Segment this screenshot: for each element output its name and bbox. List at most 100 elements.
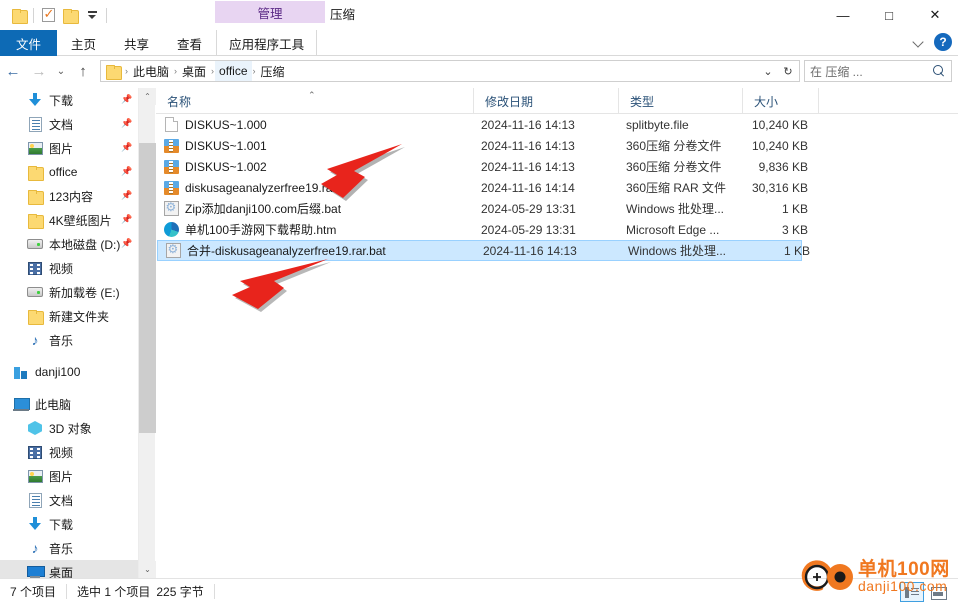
title-bar: 管理 压缩 — □ ✕ xyxy=(0,0,958,30)
sidebar-item-123内容[interactable]: 123内容 📌 xyxy=(0,184,138,208)
large-icons-view-icon[interactable] xyxy=(926,582,950,602)
table-row[interactable]: DISKUS~1.001 2024-11-16 14:13 360压缩 分卷文件 10… xyxy=(156,135,816,156)
navigation-list: 下载 📌 文档 📌 图片 📌 office 📌 123内容 📌 4K壁纸图片 📌 本地磁盘 (D:) 📌 视… xyxy=(0,88,138,578)
sidebar-item-label: 下载 xyxy=(49,93,74,108)
help-icon[interactable]: ? xyxy=(934,33,952,51)
sort-ascending-icon: ⌃ xyxy=(308,90,316,100)
folder-icon[interactable] xyxy=(59,4,81,26)
contextual-tab-header[interactable]: 管理 xyxy=(215,1,325,23)
sidebar-item-图片[interactable]: 图片 📌 xyxy=(0,136,138,160)
sidebar-item-3D-对象[interactable]: 3D 对象 xyxy=(0,416,138,440)
chevron-down-icon[interactable] xyxy=(81,4,103,26)
status-selection-size: 225 字节 xyxy=(156,584,204,599)
sidebar-item-本地磁盘-(D:)[interactable]: 本地磁盘 (D:) 📌 xyxy=(0,232,138,256)
status-divider xyxy=(213,583,215,599)
file-name-cell: DISKUS~1.001 xyxy=(163,138,267,154)
sidebar-item-桌面[interactable]: 桌面 xyxy=(0,560,138,578)
up-button[interactable]: ↑ xyxy=(70,58,96,84)
back-button[interactable]: ← xyxy=(0,58,26,84)
column-header-date[interactable]: 修改日期 xyxy=(473,88,618,114)
bat-file-icon xyxy=(163,200,179,217)
documents-icon xyxy=(26,115,44,133)
breadcrumb-item-compressed[interactable]: 压缩 xyxy=(257,61,289,81)
quick-access-toolbar xyxy=(8,3,110,27)
check-icon[interactable] xyxy=(37,4,59,26)
sidebar-item-此电脑[interactable]: 此电脑 xyxy=(0,392,138,416)
breadcrumb-item-this-pc[interactable]: 此电脑 xyxy=(129,61,173,81)
sidebar-item-danji100[interactable]: danji100 xyxy=(0,360,138,384)
sidebar-item-下载[interactable]: 下载 xyxy=(0,512,138,536)
breadcrumb[interactable]: › 此电脑 › 桌面 › office › 压缩 ⌄ ↻ xyxy=(100,60,800,82)
table-row[interactable]: Zip添加danji100.com后缀.bat2024-05-29 13:31W… xyxy=(156,198,816,219)
blank-file-icon xyxy=(163,117,179,133)
navigation-pane[interactable]: 下载 📌 文档 📌 图片 📌 office 📌 123内容 📌 4K壁纸图片 📌 本地磁盘 (D:) 📌 视… xyxy=(0,88,138,578)
recent-locations-button[interactable]: ⌄ xyxy=(52,58,70,84)
tab-application-tools[interactable]: 应用程序工具 xyxy=(216,30,318,56)
table-row[interactable]: DISKUS~1.000 2024-11-16 14:13 splitbyte.fi… xyxy=(156,114,816,135)
tab-share[interactable]: 共享 xyxy=(110,30,163,56)
address-bar: ← → ⌄ ↑ › 此电脑 › 桌面 › office › 压缩 ⌄ ↻ 在 压… xyxy=(0,57,958,85)
refresh-icon[interactable]: ↻ xyxy=(778,61,798,81)
address-dropdown-icon[interactable]: ⌄ xyxy=(758,61,778,81)
tab-view[interactable]: 查看 xyxy=(163,30,216,56)
scroll-up-icon[interactable]: ⌃ xyxy=(139,88,156,105)
file-name-label: diskusageanalyzerfree19.rar xyxy=(185,180,337,195)
navigation-scrollbar[interactable]: ⌃ ⌄ xyxy=(138,88,156,578)
file-size-cell: 30,316 KB xyxy=(751,180,808,195)
archive-icon xyxy=(163,159,179,175)
sidebar-item-label: 桌面 xyxy=(49,565,74,579)
sidebar-item-label: 视频 xyxy=(49,445,74,460)
pin-icon[interactable]: 📌 xyxy=(121,237,132,250)
table-row[interactable]: DISKUS~1.002 2024-11-16 14:13 360压缩 分卷文件 9,… xyxy=(156,156,816,177)
status-bar: 7 个项目 选中 1 个项目 225 字节 xyxy=(0,578,958,603)
sidebar-item-新建文件夹[interactable]: 新建文件夹 xyxy=(0,304,138,328)
column-header-type[interactable]: 类型 xyxy=(618,88,742,114)
column-header-type-label: 类型 xyxy=(630,94,655,109)
view-toggle-buttons xyxy=(900,582,950,602)
sidebar-item-下载[interactable]: 下载 📌 xyxy=(0,88,138,112)
sidebar-item-视频[interactable]: 视频 xyxy=(0,256,138,280)
minimize-button[interactable]: — xyxy=(820,0,866,30)
file-size-cell: 10,240 KB xyxy=(751,117,808,132)
sidebar-item-图片[interactable]: 图片 xyxy=(0,464,138,488)
maximize-button[interactable]: □ xyxy=(866,0,912,30)
pin-icon[interactable]: 📌 xyxy=(121,93,132,106)
column-header-size[interactable]: 大小 xyxy=(742,88,818,114)
file-name-label: DISKUS~1.001 xyxy=(185,138,267,153)
breadcrumb-item-desktop[interactable]: 桌面 xyxy=(178,61,210,81)
sidebar-item-音乐[interactable]: ♪ 音乐 xyxy=(0,328,138,352)
sidebar-item-视频[interactable]: 视频 xyxy=(0,440,138,464)
tab-home[interactable]: 主页 xyxy=(57,30,110,56)
pin-icon[interactable]: 📌 xyxy=(121,213,132,226)
scroll-down-icon[interactable]: ⌄ xyxy=(139,561,156,578)
sidebar-item-label: 图片 xyxy=(49,141,74,156)
documents-icon xyxy=(26,491,44,509)
scrollbar-thumb[interactable] xyxy=(139,143,156,433)
table-row[interactable]: 合并-diskusageanalyzerfree19.rar.bat 2024-1… xyxy=(157,240,810,261)
column-header-name[interactable]: 名称 ⌃ xyxy=(156,88,473,114)
folder-icon[interactable] xyxy=(8,4,30,26)
table-row[interactable]: 单机100手游网下载帮助.htm 2024-05-29 13:31 Microsof… xyxy=(156,219,816,240)
file-rows: DISKUS~1.000 2024-11-16 14:13 splitbyte.fi… xyxy=(156,114,958,261)
close-button[interactable]: ✕ xyxy=(912,0,958,30)
sidebar-item-音乐[interactable]: ♪ 音乐 xyxy=(0,536,138,560)
search-input[interactable]: 在 压缩 ... xyxy=(804,60,952,82)
sidebar-item-文档[interactable]: 文档 xyxy=(0,488,138,512)
tab-file[interactable]: 文件 xyxy=(0,30,58,56)
sidebar-item-文档[interactable]: 文档 📌 xyxy=(0,112,138,136)
column-header-end xyxy=(818,88,830,114)
pin-icon[interactable]: 📌 xyxy=(121,189,132,202)
archive-icon xyxy=(163,180,179,196)
details-view-icon[interactable] xyxy=(900,582,924,602)
sidebar-item-新加载卷-(E:)[interactable]: 新加载卷 (E:) xyxy=(0,280,138,304)
table-row[interactable]: diskusageanalyzerfree19.rar 2024-11-16 14… xyxy=(156,177,816,198)
pin-icon[interactable]: 📌 xyxy=(121,117,132,130)
forward-button[interactable]: → xyxy=(26,58,52,84)
sidebar-item-office[interactable]: office 📌 xyxy=(0,160,138,184)
pin-icon[interactable]: 📌 xyxy=(121,141,132,154)
file-date-cell: 2024-11-16 14:13 xyxy=(481,138,575,153)
sidebar-item-4K壁纸图片[interactable]: 4K壁纸图片 📌 xyxy=(0,208,138,232)
pin-icon[interactable]: 📌 xyxy=(121,165,132,178)
breadcrumb-item-office[interactable]: office xyxy=(215,61,252,81)
chevron-down-icon[interactable] xyxy=(912,35,926,49)
